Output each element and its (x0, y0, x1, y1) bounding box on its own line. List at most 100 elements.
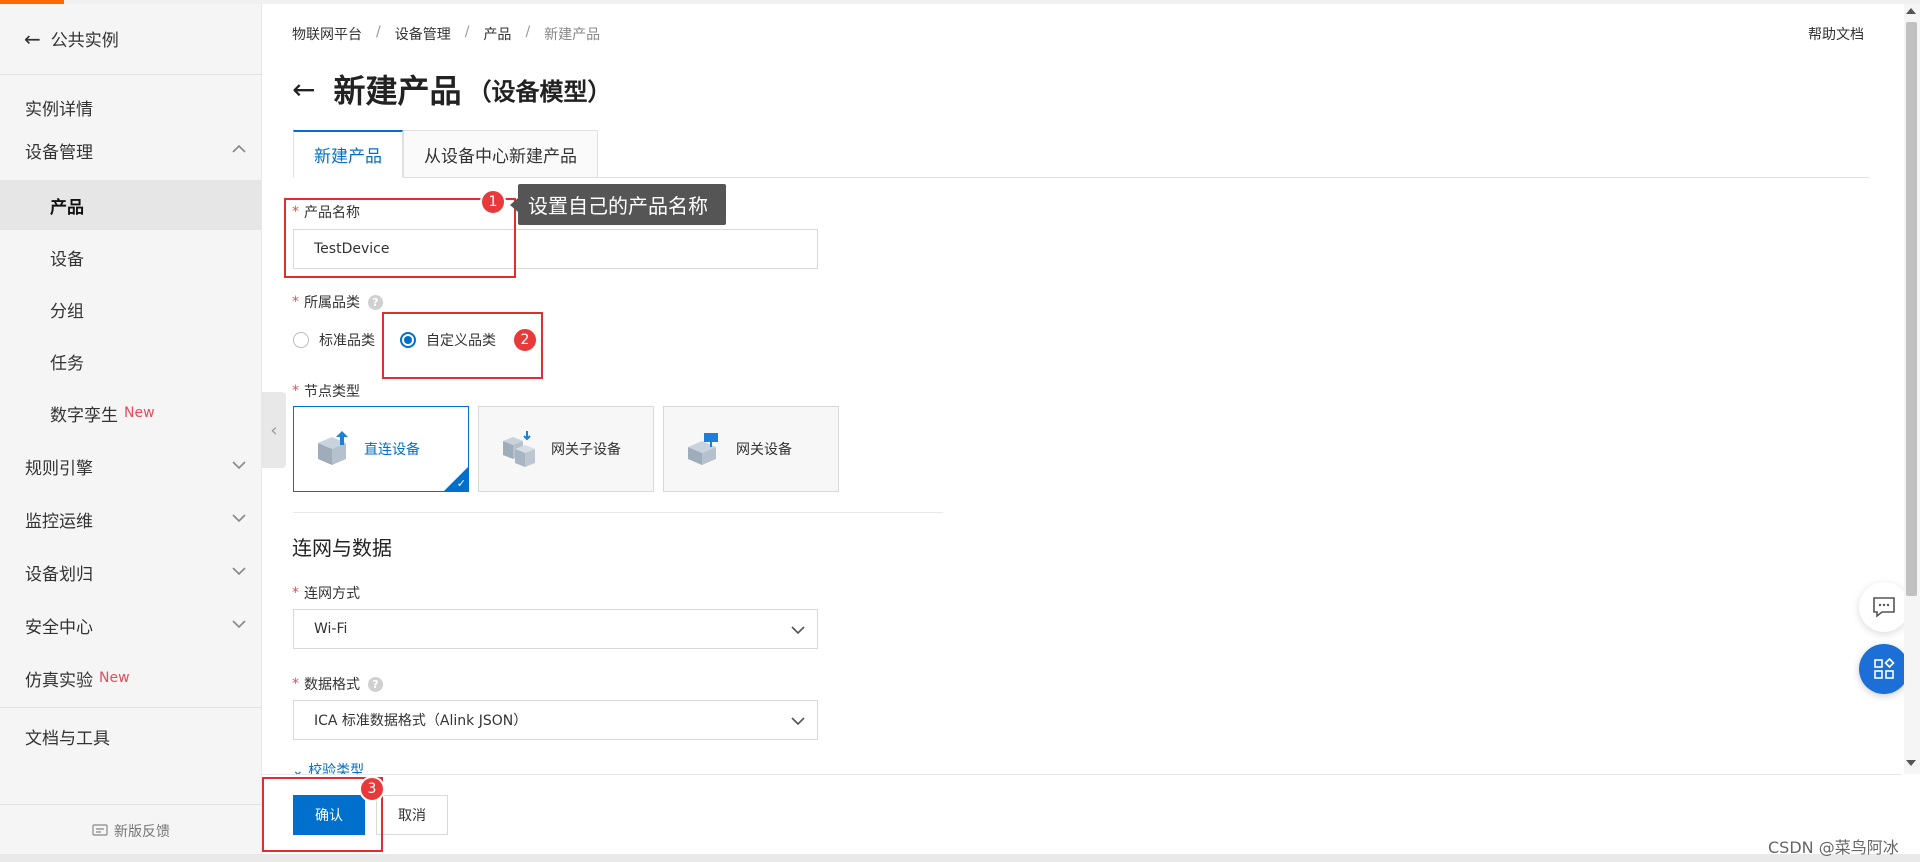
radio-custom-category[interactable]: 自定义品类 (400, 330, 496, 350)
sidebar-item-device[interactable]: 设备 (0, 232, 262, 282)
feedback-icon (92, 824, 108, 836)
annotation-badge-3: 3 (359, 776, 385, 802)
sidebar-item-label: 数字孪生 (50, 405, 118, 426)
label-text: 所属品类 (304, 295, 360, 311)
chevron-down-icon (791, 717, 805, 726)
page-title: 新建产品 (333, 72, 462, 110)
sidebar-item-monitoring[interactable]: 监控运维 (0, 494, 262, 544)
radio-label: 标准品类 (319, 333, 375, 349)
label-text: 数据格式 (304, 677, 360, 693)
help-icon[interactable]: ? (368, 294, 383, 310)
sidebar-item-product[interactable]: 产品 (0, 180, 262, 230)
gateway-subdevice-icon (503, 431, 535, 467)
sidebar-item-security[interactable]: 安全中心 (0, 600, 262, 650)
cancel-button[interactable]: 取消 (376, 795, 448, 835)
annotation-tooltip: 设置自己的产品名称 (510, 184, 726, 225)
chevron-down-icon (232, 514, 246, 523)
watermark: CSDN @菜鸟阿冰 (1768, 838, 1899, 857)
product-name-input[interactable] (293, 229, 818, 269)
sidebar-item-docs-tools[interactable]: 文档与工具 (0, 711, 262, 761)
sidebar-item-label: 设备管理 (25, 142, 93, 163)
sidebar: ← 公共实例 实例详情 设备管理 产品 设备 分组 任务 数字孪生 New 规则… (0, 4, 262, 862)
sidebar-collapse-handle[interactable]: ‹ (262, 392, 286, 468)
page-subtitle: （设备模型） (467, 77, 612, 106)
node-card-direct-device[interactable]: 直连设备 ✓ (293, 406, 469, 492)
top-line (64, 0, 1920, 4)
help-docs-link[interactable]: 帮助文档 (1808, 24, 1864, 44)
node-type-label: * 节点类型 (292, 381, 360, 401)
breadcrumb-current: 新建产品 (544, 27, 601, 43)
direct-device-icon (318, 431, 348, 465)
network-label: * 连网方式 (292, 583, 360, 603)
footer-bar (262, 774, 1902, 854)
sidebar-item-label: 分组 (50, 301, 84, 322)
label-text: 产品名称 (304, 205, 360, 221)
breadcrumb-separator: / (376, 24, 381, 40)
chevron-left-icon: ‹ (270, 419, 278, 441)
sidebar-item-digital-twin[interactable]: 数字孪生 New (0, 388, 262, 438)
apps-float-button[interactable] (1859, 644, 1909, 694)
sidebar-item-group[interactable]: 分组 (0, 284, 262, 334)
sidebar-item-device-assign[interactable]: 设备划归 (0, 547, 262, 597)
tabs: 新建产品 从设备中心新建产品 (293, 130, 598, 178)
confirm-button[interactable]: 确认 (293, 795, 365, 835)
verify-type-toggle[interactable]: ⌄ 校验类型 (292, 760, 364, 774)
sidebar-item-label: 安全中心 (25, 617, 93, 638)
category-label: * 所属品类 ? (292, 292, 383, 312)
scroll-up-arrow-icon[interactable] (1906, 8, 1916, 14)
required-mark: * (292, 383, 299, 399)
title-row: ← 新建产品 （设备模型） (292, 66, 611, 112)
sidebar-item-rule-engine[interactable]: 规则引擎 (0, 441, 262, 491)
tab-from-device-center[interactable]: 从设备中心新建产品 (403, 130, 598, 178)
radio-standard-category[interactable]: 标准品类 (293, 330, 375, 350)
chat-float-button[interactable] (1859, 582, 1909, 632)
tab-new-product[interactable]: 新建产品 (293, 130, 403, 178)
scrollbar-thumb[interactable] (1906, 22, 1917, 596)
required-mark: * (292, 585, 299, 601)
required-mark: * (292, 676, 299, 692)
chat-icon (1873, 597, 1895, 618)
radio-button[interactable] (293, 332, 309, 348)
annotation-badge-2: 2 (512, 327, 538, 353)
annotation-badge-1: 1 (480, 189, 506, 215)
breadcrumb-separator: / (464, 24, 470, 40)
toggle-label: 校验类型 (308, 763, 365, 774)
chevron-down-icon (232, 567, 246, 576)
scroll-down-arrow-icon[interactable] (1906, 760, 1916, 766)
select-value: ICA 标准数据格式（Alink JSON） (314, 713, 528, 729)
sidebar-item-task[interactable]: 任务 (0, 336, 262, 386)
node-card-gateway-subdevice[interactable]: 网关子设备 (478, 406, 654, 492)
node-card-label: 网关子设备 (551, 442, 621, 458)
sidebar-item-label: 监控运维 (25, 511, 93, 532)
network-select[interactable]: Wi-Fi (293, 609, 818, 649)
back-to-instance[interactable]: ← 公共实例 (24, 26, 119, 52)
sidebar-item-label: 设备 (50, 249, 84, 270)
sidebar-divider (0, 707, 262, 708)
apps-icon (1874, 657, 1895, 679)
label-text: 节点类型 (304, 384, 360, 400)
sidebar-item-device-management[interactable]: 设备管理 (0, 125, 262, 175)
back-arrow-icon[interactable]: ← (292, 73, 315, 106)
help-icon[interactable]: ? (368, 676, 383, 692)
required-mark: * (292, 204, 299, 220)
required-mark: * (292, 294, 299, 310)
node-card-label: 网关设备 (736, 442, 792, 458)
breadcrumb-item[interactable]: 物联网平台 (292, 24, 362, 44)
sidebar-item-label: 任务 (50, 353, 84, 374)
breadcrumb-item[interactable]: 产品 (483, 24, 511, 44)
data-format-select[interactable]: ICA 标准数据格式（Alink JSON） (293, 700, 818, 740)
node-card-gateway-device[interactable]: 网关设备 (663, 406, 839, 492)
sidebar-item-simulation[interactable]: 仿真实验 New (0, 653, 262, 703)
sidebar-item-label: 实例详情 (25, 99, 93, 120)
chevron-up-icon (232, 144, 246, 153)
chevron-down-icon (232, 620, 246, 629)
radio-button-checked[interactable] (400, 332, 416, 348)
breadcrumb-separator: / (525, 24, 531, 40)
sidebar-item-label: 规则引擎 (25, 458, 93, 479)
back-label: 公共实例 (50, 31, 119, 51)
arrow-left-icon: ← (24, 26, 41, 51)
sidebar-item-label: 产品 (50, 197, 84, 218)
feedback-label: 新版反馈 (114, 824, 170, 840)
feedback-link[interactable]: 新版反馈 (0, 820, 262, 842)
breadcrumb-item[interactable]: 设备管理 (395, 24, 451, 44)
